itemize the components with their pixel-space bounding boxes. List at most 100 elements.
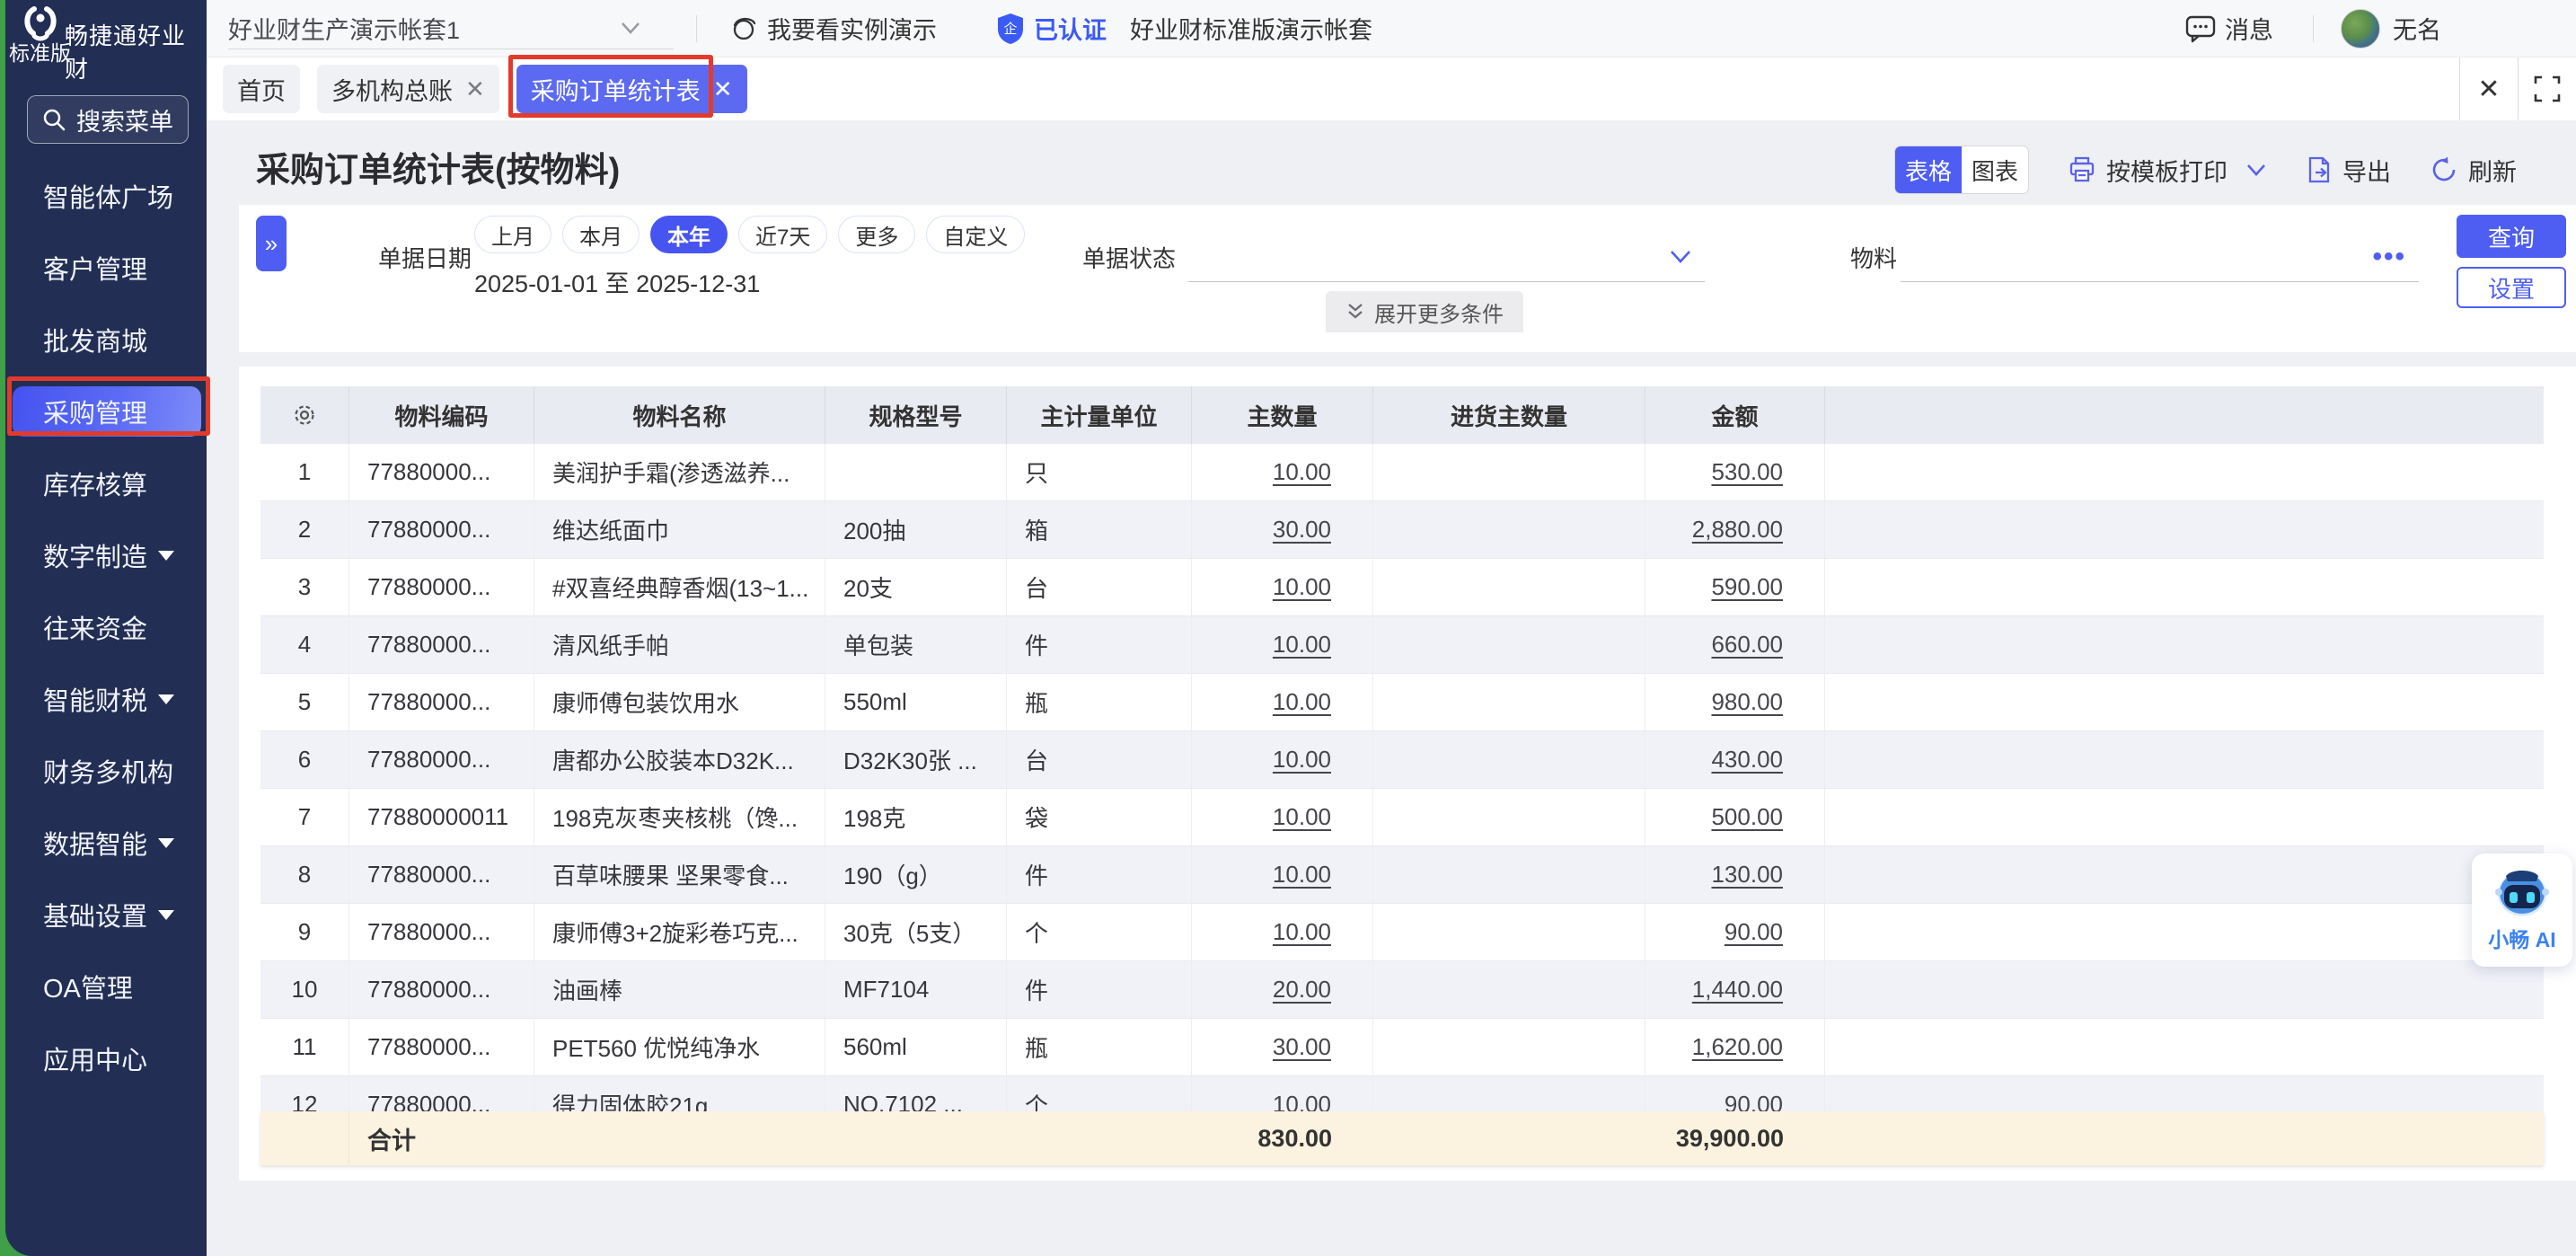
- table-row: 877880000...百草味腰果 坚果零食...190（g）件10.00130…: [260, 846, 2544, 904]
- print-by-template-button[interactable]: 按模板打印: [2069, 153, 2267, 188]
- amount-link[interactable]: 530.00: [1711, 458, 1783, 486]
- amount-link[interactable]: 1,440.00: [1692, 976, 1783, 1004]
- amount-link[interactable]: 660.00: [1711, 631, 1783, 659]
- sidebar-item-财务多机构[interactable]: 财务多机构: [5, 735, 207, 807]
- tab-bar: 首页多机构总账✕ 采购订单统计表✕ ✕: [207, 57, 2576, 120]
- ellipsis-more-icon[interactable]: •••: [2372, 242, 2406, 272]
- qty-link[interactable]: 10.00: [1273, 631, 1331, 659]
- amount-link[interactable]: 2,880.00: [1692, 516, 1783, 544]
- sidebar-item-库存核算[interactable]: 库存核算: [5, 447, 207, 519]
- cell: 维达纸面巾: [534, 501, 825, 558]
- qty-link[interactable]: 10.00: [1273, 918, 1331, 946]
- tab-close-icon[interactable]: ✕: [465, 75, 485, 103]
- amount-link[interactable]: 90.00: [1725, 918, 1783, 946]
- tab-多机构总账[interactable]: 多机构总账✕: [317, 65, 499, 113]
- table-row: 777880000011198克灰枣夹核桃（馋...198克袋10.00500.…: [260, 789, 2544, 846]
- ai-assistant-button[interactable]: 小畅 AI: [2472, 854, 2572, 967]
- sidebar-item-应用中心[interactable]: 应用中心: [5, 1022, 207, 1094]
- cell: 77880000...: [349, 1019, 534, 1075]
- date-pill-近7天[interactable]: 近7天: [738, 216, 827, 253]
- cell: 560ml: [825, 1019, 1007, 1075]
- sidebar-item-往来资金[interactable]: 往来资金: [5, 591, 207, 663]
- account-book-selector[interactable]: 好业财生产演示帐套1: [228, 8, 674, 49]
- collapse-filter-button[interactable]: »: [256, 216, 287, 271]
- cell: 500.00: [1645, 789, 1825, 845]
- qty-link[interactable]: 20.00: [1273, 976, 1331, 1004]
- sidebar-item-数据智能[interactable]: 数据智能: [5, 807, 207, 879]
- qty-link[interactable]: 10.00: [1273, 688, 1331, 716]
- close-icon[interactable]: ✕: [2460, 57, 2518, 120]
- cell: [1373, 1019, 1645, 1075]
- qty-link[interactable]: 10.00: [1273, 458, 1331, 486]
- status-select[interactable]: [1188, 232, 1705, 282]
- tab-close-icon[interactable]: ✕: [713, 75, 733, 103]
- cell: 只: [1007, 444, 1192, 500]
- divider: [696, 15, 697, 42]
- chevron-down-icon: [620, 21, 641, 35]
- amount-link[interactable]: 90.00: [1725, 1091, 1783, 1111]
- chevron-down-icon[interactable]: [2245, 163, 2267, 177]
- caret-down-icon: [158, 694, 174, 704]
- view-table-button[interactable]: 表格: [1895, 146, 1962, 193]
- tab-首页[interactable]: 首页: [223, 65, 300, 113]
- date-range-value[interactable]: 2025-01-01 至 2025-12-31: [474, 264, 760, 299]
- date-pill-自定义[interactable]: 自定义: [926, 216, 1025, 253]
- search-menu-button[interactable]: 搜索菜单: [27, 95, 189, 144]
- user-avatar[interactable]: [2341, 9, 2380, 49]
- cell: [1825, 731, 2544, 788]
- fullscreen-icon[interactable]: [2519, 57, 2576, 120]
- sidebar-item-智能体广场[interactable]: 智能体广场: [5, 160, 207, 232]
- qty-link[interactable]: 10.00: [1273, 573, 1331, 601]
- sidebar-item-数字制造[interactable]: 数字制造: [5, 519, 207, 591]
- material-picker[interactable]: •••: [1901, 232, 2419, 282]
- export-button[interactable]: 导出: [2307, 153, 2391, 188]
- sidebar-item-OA管理[interactable]: OA管理: [5, 951, 207, 1022]
- cell: 77880000...: [349, 559, 534, 615]
- tab-采购订单统计表[interactable]: 采购订单统计表✕: [516, 65, 747, 113]
- cell: 20.00: [1192, 961, 1373, 1018]
- cell: 77880000...: [349, 501, 534, 558]
- demo-link[interactable]: 我要看实例演示: [729, 11, 937, 46]
- qty-link[interactable]: 10.00: [1273, 1091, 1331, 1111]
- user-menu[interactable]: 无名: [2393, 11, 2576, 46]
- sidebar-item-基础设置[interactable]: 基础设置: [5, 879, 207, 951]
- expand-more-conditions-button[interactable]: 展开更多条件: [1326, 291, 1523, 332]
- tab-bar-tabs: 首页多机构总账✕ 采购订单统计表✕: [223, 57, 747, 120]
- amount-link[interactable]: 590.00: [1711, 573, 1783, 601]
- date-pill-更多[interactable]: 更多: [838, 216, 915, 253]
- cell: [1825, 616, 2544, 673]
- column-header-主数量: 主数量: [1192, 386, 1373, 444]
- table-row: 577880000...康师傅包装饮用水550ml瓶10.00980.00: [260, 674, 2544, 731]
- qty-link[interactable]: 10.00: [1273, 861, 1331, 889]
- date-pill-本年[interactable]: 本年: [650, 216, 728, 253]
- cell: 10.00: [1192, 789, 1373, 845]
- amount-link[interactable]: 1,620.00: [1692, 1033, 1783, 1061]
- cell: 5: [260, 674, 349, 730]
- date-pill-本月[interactable]: 本月: [562, 216, 640, 253]
- date-pill-上月[interactable]: 上月: [474, 216, 551, 253]
- refresh-button[interactable]: 刷新: [2430, 153, 2517, 188]
- qty-link[interactable]: 10.00: [1273, 746, 1331, 774]
- qty-link[interactable]: 30.00: [1273, 516, 1331, 544]
- export-icon: [2307, 156, 2332, 183]
- qty-link[interactable]: 10.00: [1273, 803, 1331, 831]
- chevron-down-icon: [1669, 249, 1692, 265]
- cell: 200抽: [825, 501, 1007, 558]
- sidebar-item-批发商城[interactable]: 批发商城: [5, 304, 207, 376]
- cell: 瓶: [1007, 674, 1192, 730]
- view-chart-button[interactable]: 图表: [1962, 146, 2028, 193]
- sidebar-item-客户管理[interactable]: 客户管理: [5, 232, 207, 304]
- total-cell: [1007, 1111, 1192, 1165]
- amount-link[interactable]: 500.00: [1711, 803, 1783, 831]
- qty-link[interactable]: 30.00: [1273, 1033, 1331, 1061]
- sidebar-item-智能财税[interactable]: 智能财税: [5, 663, 207, 735]
- amount-link[interactable]: 980.00: [1711, 688, 1783, 716]
- query-button[interactable]: 查询: [2457, 215, 2566, 258]
- settings-button[interactable]: 设置: [2457, 267, 2566, 308]
- sidebar-item-采购管理[interactable]: 采购管理: [5, 376, 207, 447]
- gear-icon[interactable]: [291, 402, 318, 429]
- messages-button[interactable]: 消息: [2185, 11, 2273, 46]
- amount-link[interactable]: 430.00: [1711, 746, 1783, 774]
- cell: 唐都办公胶装本D32K...: [534, 731, 825, 788]
- amount-link[interactable]: 130.00: [1711, 861, 1783, 889]
